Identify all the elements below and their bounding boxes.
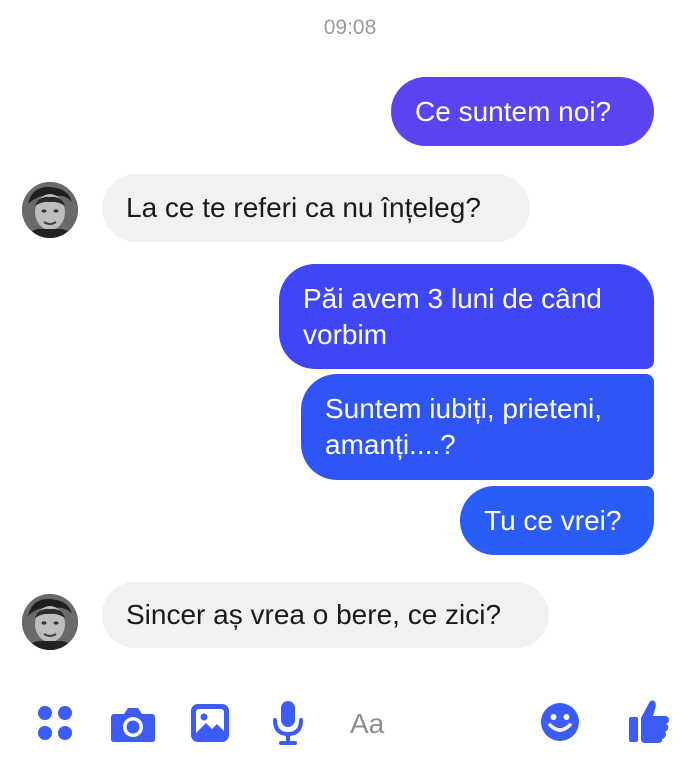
message-line: Suntem iubiți, prieteni, — [325, 393, 603, 424]
message-bubble-incoming[interactable]: Sincer aș vrea o bere, ce zici? — [102, 582, 549, 648]
message-text: Tu ce vrei? — [484, 504, 622, 536]
timestamp: 09:08 — [323, 16, 377, 39]
apps-icon[interactable] — [36, 704, 74, 742]
message-bubble-outgoing[interactable]: Tu ce vrei? — [460, 486, 654, 555]
message-text: Sincer aș vrea o bere, ce zici? — [126, 599, 502, 630]
emoji-icon[interactable] — [540, 702, 580, 742]
contact-avatar[interactable] — [22, 594, 78, 650]
message-bubble-outgoing[interactable]: Suntem iubiți, prieteni, amanți....? — [301, 374, 654, 480]
contact-avatar[interactable] — [22, 182, 78, 238]
message-line: Păi avem 3 luni de când — [303, 282, 602, 314]
message-line: amanți....? — [325, 429, 456, 460]
message-input-placeholder: Aa — [350, 708, 385, 739]
message-text: La ce te referi ca nu înțeleg? — [126, 192, 481, 223]
camera-icon[interactable] — [110, 704, 156, 744]
composer-bar: Aa — [0, 688, 700, 762]
thumbs-up-icon[interactable] — [628, 698, 670, 744]
message-bubble-incoming[interactable]: La ce te referi ca nu înțeleg? — [102, 174, 530, 242]
message-line: vorbim — [303, 318, 388, 350]
message-text: Ce suntem noi? — [415, 95, 612, 127]
microphone-icon[interactable] — [272, 700, 304, 746]
message-bubble-outgoing[interactable]: Păi avem 3 luni de când vorbim — [279, 264, 654, 369]
gallery-icon[interactable] — [190, 703, 230, 743]
message-bubble-outgoing[interactable]: Ce suntem noi? — [391, 77, 654, 146]
message-input[interactable]: Aa — [330, 700, 515, 748]
